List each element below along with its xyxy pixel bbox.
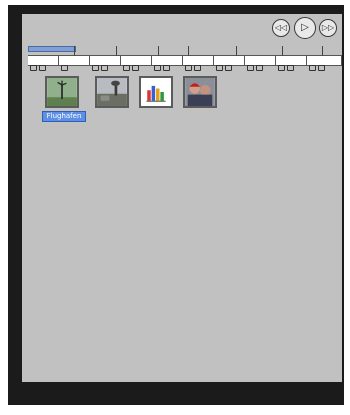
people-photo-icon [185,78,215,106]
rewind-icon[interactable]: ◁◁ [272,19,290,37]
forward-icon[interactable]: ▷▷ [319,19,337,37]
thumbnail-landscape[interactable] [95,76,129,108]
timeline-segment[interactable] [214,56,245,71]
timeline-tick [116,46,117,56]
bar-chart-icon [141,78,171,106]
thumbnail-label: Flughafen [42,111,86,122]
timeline-tick [188,46,189,56]
thumbnail-people[interactable] [183,76,217,108]
timeline-tick [236,46,237,56]
timeline-tick [158,46,159,56]
play-icon[interactable]: ▷ [294,17,316,39]
timeline-segment[interactable] [90,56,121,71]
timeline-segment[interactable] [59,56,90,71]
thumbnail-chart[interactable] [139,76,173,108]
timeline-segment[interactable] [276,56,307,71]
timeline-tick [282,46,283,56]
timeline-segment[interactable] [183,56,214,71]
thumbnail-wind-turbine[interactable] [45,76,79,108]
bottom-bar [8,386,344,405]
content-panel [22,14,342,382]
timeline-segment[interactable] [245,56,276,71]
timeline-tick [74,46,75,56]
timeline-position-indicator[interactable] [28,46,76,52]
wind-turbine-icon [47,78,77,106]
timeline-segment[interactable] [28,56,59,71]
landscape-photo-icon [97,78,127,106]
timeline-segment[interactable] [121,56,152,71]
timeline-segment[interactable] [152,56,183,71]
timeline-tick [322,46,323,56]
timeline-track[interactable] [28,46,342,71]
timeline-segment[interactable] [307,56,342,71]
